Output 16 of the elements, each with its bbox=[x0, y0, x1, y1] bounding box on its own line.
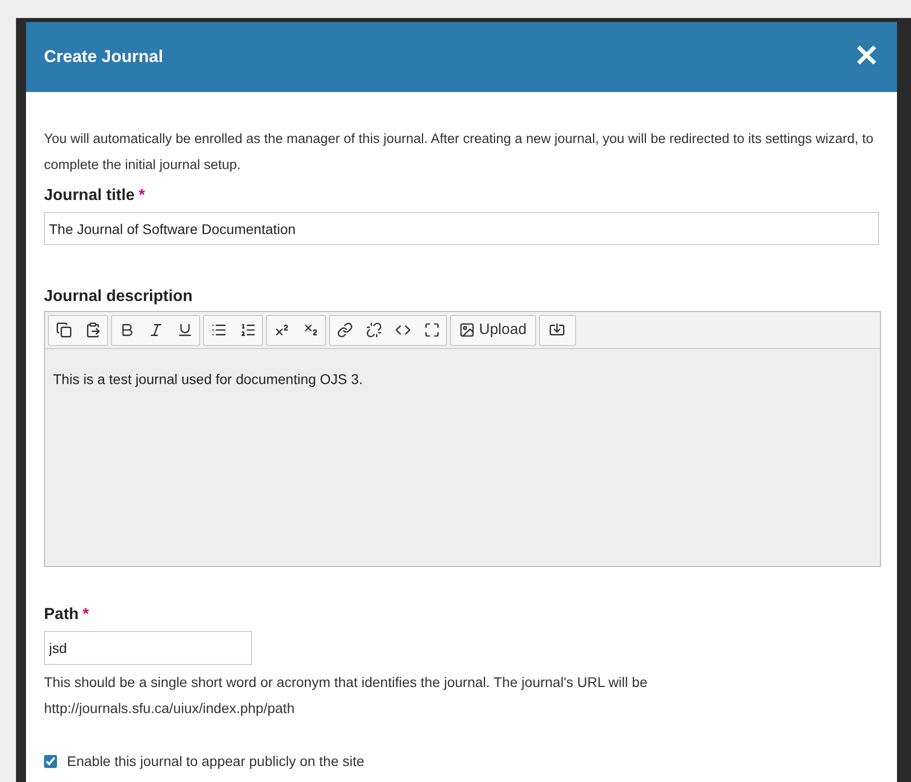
editor-content[interactable]: This is a test journal used for documenting OJS 3. bbox=[45, 349, 880, 390]
checkbox-label: Enable this journal to appear publicly on the site bbox=[67, 752, 364, 771]
dialog-title: Create Journal bbox=[44, 46, 164, 68]
required-mark: * bbox=[138, 186, 145, 206]
field-label: Journal description bbox=[44, 287, 192, 307]
image-icon bbox=[459, 322, 475, 338]
text-field[interactable]: The Journal of Software Documentation bbox=[44, 212, 879, 245]
path-field[interactable]: jsd bbox=[44, 631, 252, 665]
upload-button[interactable]: Upload bbox=[450, 314, 536, 346]
enable-checkbox[interactable] bbox=[44, 755, 57, 768]
close-button[interactable]: ✕ bbox=[854, 42, 879, 72]
required-mark: * bbox=[82, 605, 89, 625]
intro-text: You will automatically be enrolled as the manager of this journal. After creating a new journal, you will be redirected to its settings wizard, to complete the initial journal setup. bbox=[44, 130, 874, 174]
path-help-text: This should be a single short word or acronym that identifies the journal. The journal's URL will be http://journals.sfu.ca/uiux/index.php/path bbox=[44, 673, 648, 718]
field-label: Path bbox=[44, 605, 79, 625]
field-label: Journal title bbox=[44, 186, 135, 206]
